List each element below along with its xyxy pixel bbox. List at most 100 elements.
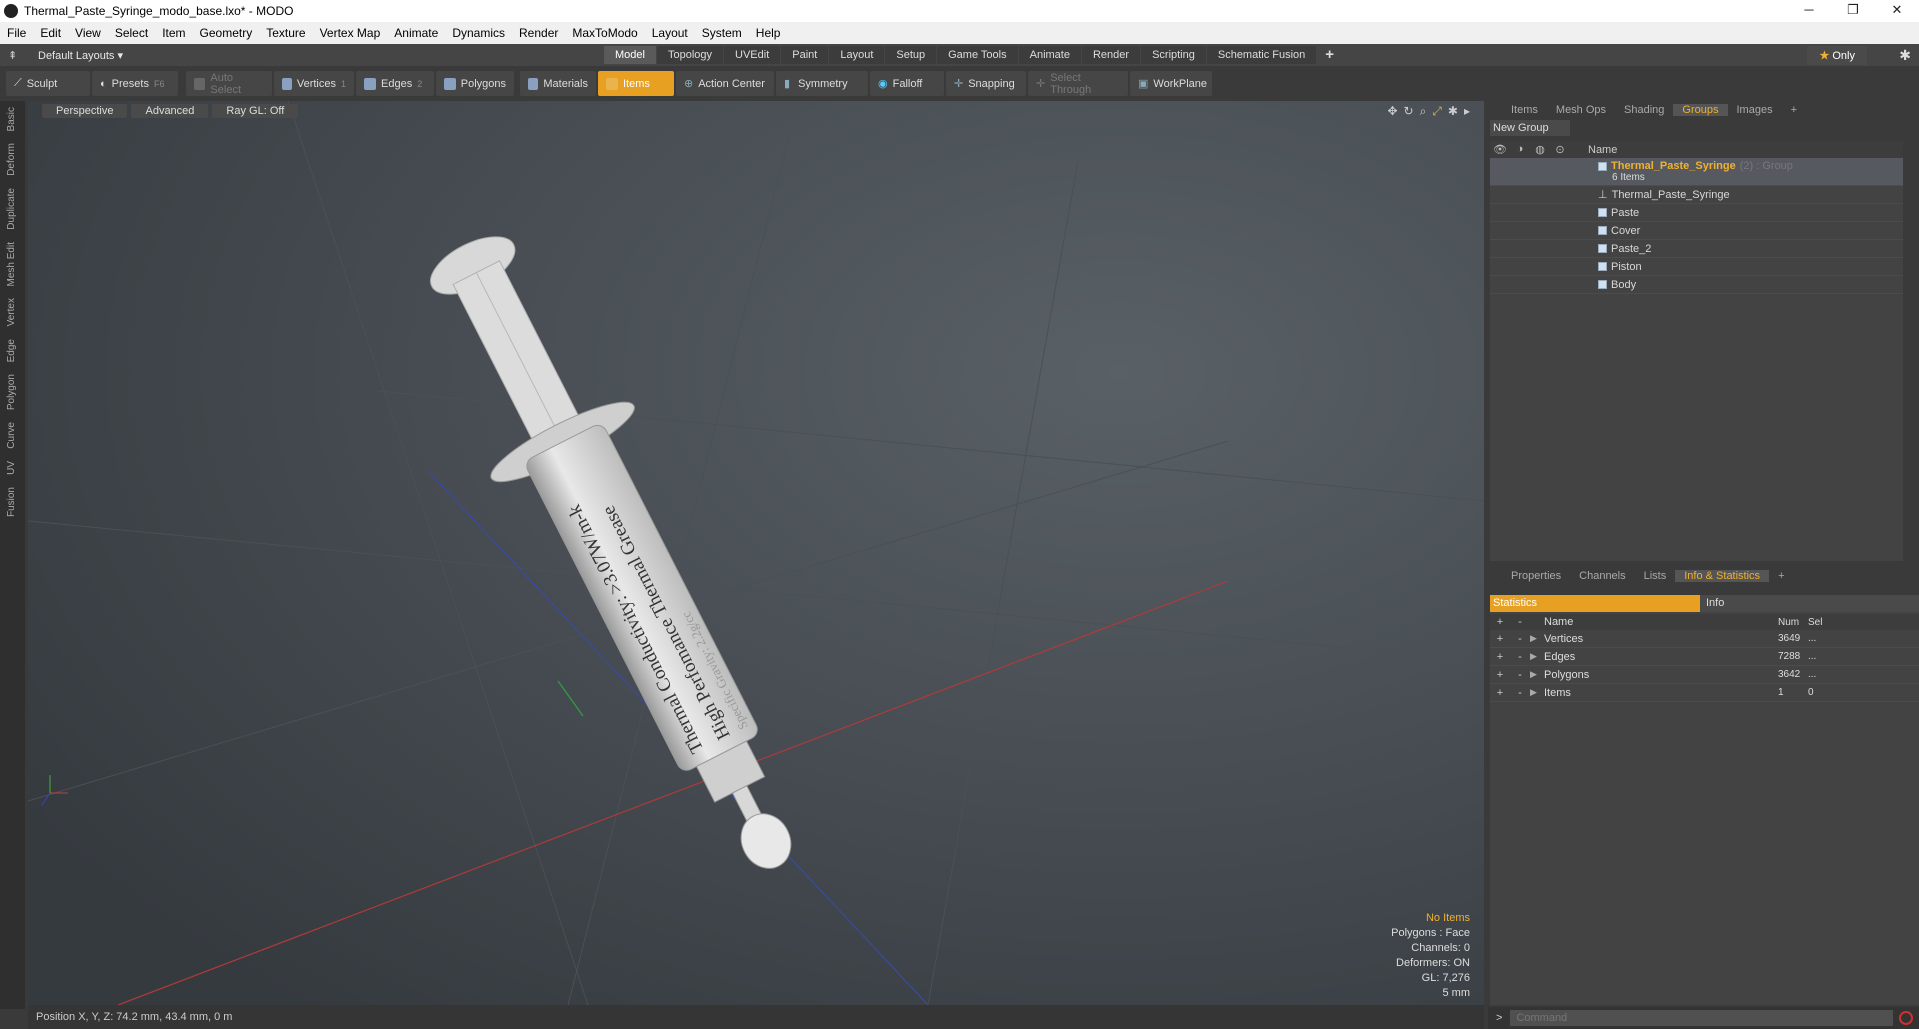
snapping-button[interactable]: ✛ Snapping [946,71,1026,96]
items-button[interactable]: Items [598,71,674,96]
expand-arrow-icon[interactable]: ▶ [1530,633,1544,644]
visibility-col-icon[interactable]: 👁 [1490,143,1510,156]
tab-model[interactable]: Model [604,46,656,64]
remove-icon[interactable]: - [1510,669,1530,681]
tab-render[interactable]: Render [1081,46,1141,64]
default-layouts-dropdown[interactable]: Default Layouts ▾ [38,49,123,62]
remove-icon[interactable]: - [1510,687,1530,699]
menu-animate[interactable]: Animate [387,26,445,40]
tab-animate[interactable]: Animate [1018,46,1081,64]
auto-select-button[interactable]: Auto Select [186,71,272,96]
left-tab-duplicate[interactable]: Duplicate [6,182,17,236]
polygons-button[interactable]: Polygons [436,71,514,96]
add-icon[interactable]: + [1490,687,1510,699]
add-icon[interactable]: + [1490,669,1510,681]
tab-game-tools[interactable]: Game Tools [937,46,1018,64]
rotate-icon[interactable]: ↻ [1404,104,1414,119]
collapse-all-icon[interactable]: - [1510,616,1530,628]
add-panel-tab-icon[interactable]: + [1782,104,1806,116]
pan-icon[interactable]: ✥ [1387,104,1397,119]
fit-icon[interactable]: ⤢ [1432,104,1442,119]
left-tab-fusion[interactable]: Fusion [6,481,17,523]
menu-texture[interactable]: Texture [259,26,312,40]
left-tab-deform[interactable]: Deform [6,137,17,182]
list-item[interactable]: ⊥ Thermal_Paste_Syringe [1490,186,1903,204]
list-item[interactable]: Piston [1490,258,1903,276]
menu-vertex-map[interactable]: Vertex Map [313,26,388,40]
menu-select[interactable]: Select [108,26,155,40]
lock-col-icon[interactable]: ◍ [1530,143,1550,156]
left-tab-mesh-edit[interactable]: Mesh Edit [6,236,17,292]
action-center-button[interactable]: ⊕ Action Center [676,71,774,96]
table-row[interactable]: + - ▶ Polygons 3642... [1490,666,1919,684]
sculpt-button[interactable]: ⟋ Sculpt [6,71,90,96]
menu-render[interactable]: Render [512,26,565,40]
left-tab-curve[interactable]: Curve [6,416,17,455]
add-tab-icon[interactable]: + [1317,46,1342,64]
list-item[interactable]: Paste [1490,204,1903,222]
falloff-button[interactable]: ◉ Falloff [870,71,944,96]
expand-arrow-icon[interactable]: ▶ [1530,687,1544,698]
presets-button[interactable]: ◐ Presets F6 [92,71,178,96]
menu-item[interactable]: Item [155,26,192,40]
layout-toggle-icon[interactable]: ⇞ [8,49,17,62]
menu-view[interactable]: View [68,26,108,40]
info-tab[interactable]: Info [1700,595,1919,612]
expand-all-icon[interactable]: + [1490,616,1510,628]
command-input[interactable] [1510,1010,1893,1026]
viewport-settings-icon[interactable]: ✱ [1448,104,1458,119]
add-icon[interactable]: + [1490,633,1510,645]
tab-paint[interactable]: Paint [781,46,829,64]
left-tab-vertex[interactable]: Vertex [6,292,17,332]
list-item[interactable]: Cover [1490,222,1903,240]
left-tab-uv[interactable]: UV [6,455,17,481]
menu-layout[interactable]: Layout [645,26,695,40]
menu-dynamics[interactable]: Dynamics [445,26,512,40]
tab-topology[interactable]: Topology [656,46,724,64]
tab-schematic-fusion[interactable]: Schematic Fusion [1206,46,1317,64]
minimize-icon[interactable]: ─ [1787,0,1831,22]
only-toggle[interactable]: ★ Only [1807,46,1867,65]
select-col-icon[interactable]: ⊙ [1550,143,1570,156]
maximize-icon[interactable]: ❐ [1831,0,1875,22]
tab-layout[interactable]: Layout [829,46,885,64]
tab-properties[interactable]: Properties [1502,570,1570,582]
expand-arrow-icon[interactable]: ▶ [1530,669,1544,680]
advanced-menu[interactable]: Advanced [131,104,209,118]
tab-mesh-ops[interactable]: Mesh Ops [1547,104,1615,116]
add-icon[interactable]: + [1490,651,1510,663]
table-row[interactable]: + - ▶ Edges 7288... [1490,648,1919,666]
group-row[interactable]: Thermal_Paste_Syringe (2) : Group 6 Items [1490,158,1903,186]
perspective-menu[interactable]: Perspective [42,104,128,118]
tab-info-statistics[interactable]: Info & Statistics [1675,570,1770,582]
gear-icon[interactable]: ✱ [1899,47,1911,64]
select-through-button[interactable]: ✛ Select Through [1028,71,1128,96]
3d-viewport[interactable]: Perspective Advanced Ray GL: Off ✥ ↻ ⌕ ⤢… [28,101,1484,1005]
tab-setup[interactable]: Setup [885,46,937,64]
tab-groups[interactable]: Groups [1673,104,1728,116]
remove-icon[interactable]: - [1510,633,1530,645]
menu-help[interactable]: Help [749,26,788,40]
remove-icon[interactable]: - [1510,651,1530,663]
left-tab-polygon[interactable]: Polygon [6,368,17,416]
viewport-expand-icon[interactable]: ▸ [1464,104,1470,119]
expand-arrow-icon[interactable]: ▶ [1530,651,1544,662]
record-macro-icon[interactable] [1899,1011,1913,1025]
list-item[interactable]: Body [1490,276,1903,294]
zoom-icon[interactable]: ⌕ [1420,104,1427,119]
left-tab-basic[interactable]: Basic [6,101,17,137]
add-panel-tab-icon[interactable]: + [1769,570,1793,582]
menu-geometry[interactable]: Geometry [193,26,260,40]
tab-shading[interactable]: Shading [1615,104,1673,116]
materials-button[interactable]: Materials [520,71,596,96]
tab-items[interactable]: Items [1502,104,1547,116]
left-tab-edge[interactable]: Edge [6,333,17,368]
raygl-toggle[interactable]: Ray GL: Off [212,104,299,118]
symmetry-button[interactable]: ▮ Symmetry [776,71,868,96]
tab-uvedit[interactable]: UVEdit [724,46,781,64]
tab-images[interactable]: Images [1728,104,1782,116]
edges-button[interactable]: Edges 2 [356,71,434,96]
table-row[interactable]: + - ▶ Items 1 0 [1490,684,1919,702]
render-col-icon[interactable]: ◑ [1510,143,1530,156]
new-group-button[interactable]: New Group [1490,120,1570,136]
